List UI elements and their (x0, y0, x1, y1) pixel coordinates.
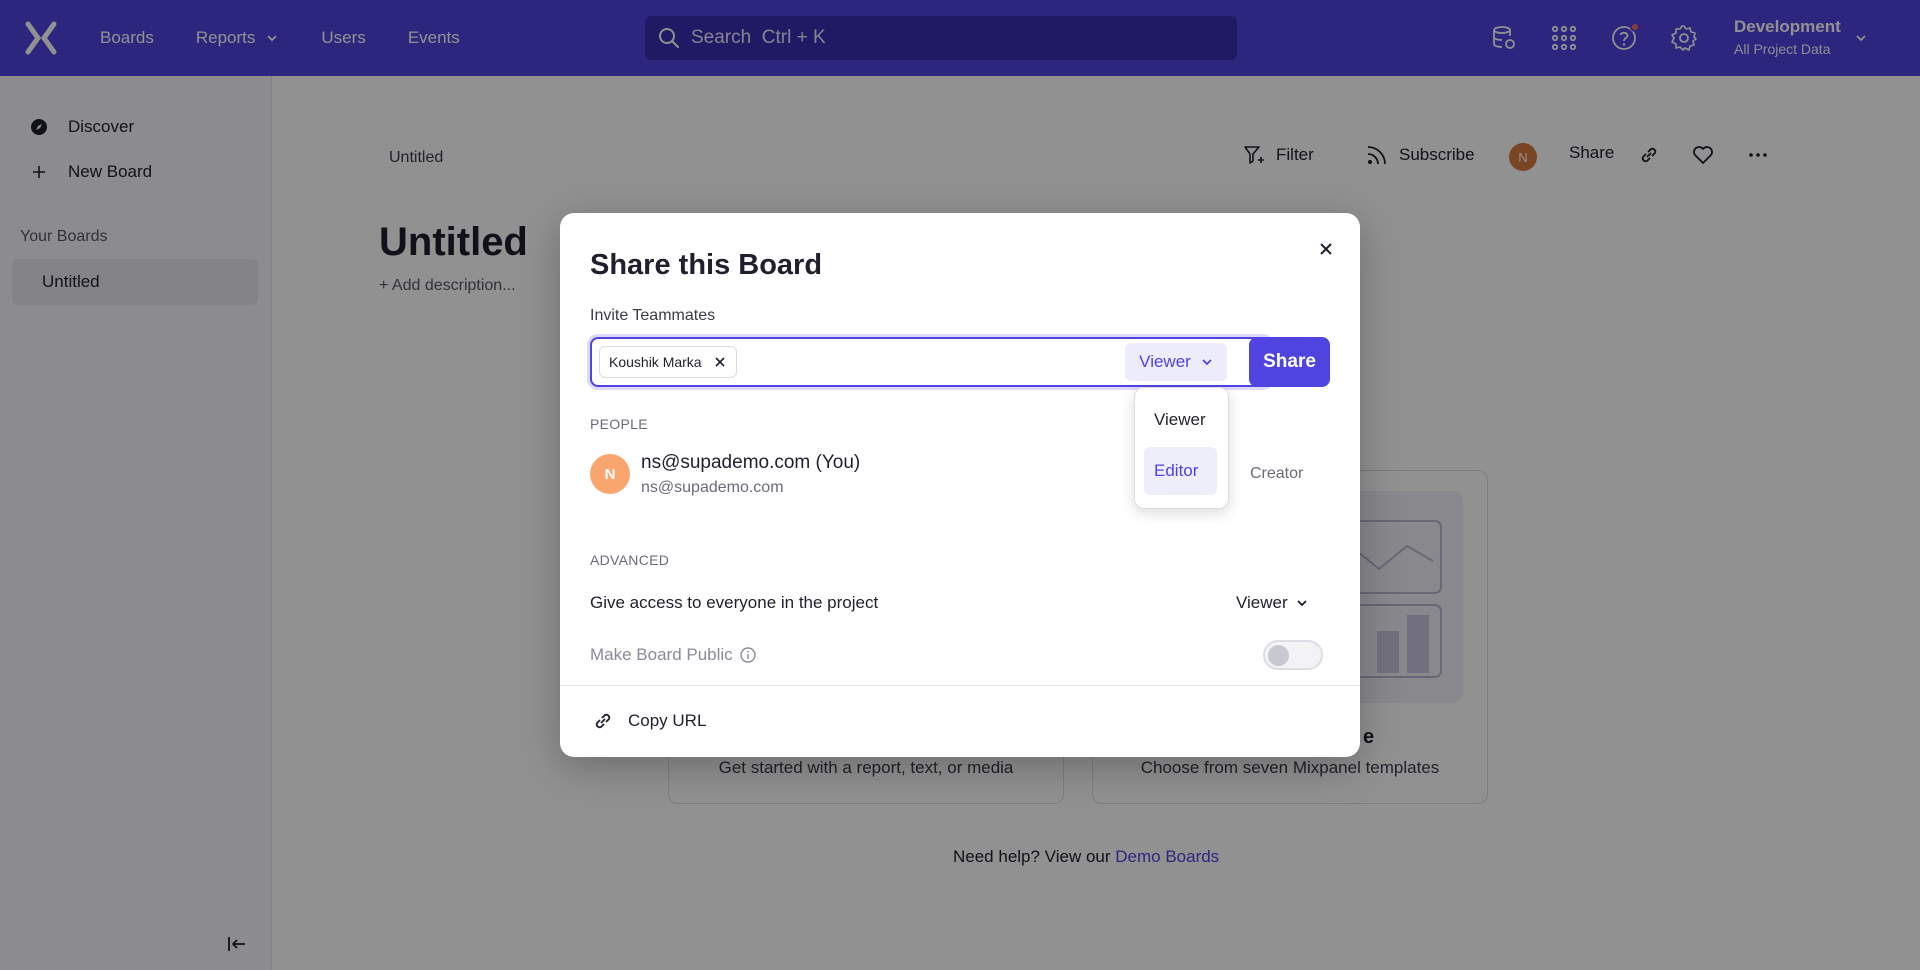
role-option-viewer[interactable]: Viewer (1144, 396, 1217, 444)
invitee-chip: Koushik Marka (599, 346, 737, 378)
close-icon[interactable] (1312, 235, 1340, 263)
project-access-role-select[interactable]: Viewer (1236, 593, 1308, 613)
role-option-editor[interactable]: Editor (1144, 447, 1217, 495)
info-icon[interactable] (739, 646, 757, 664)
project-access-role: Viewer (1236, 593, 1288, 612)
person-name: ns@supademo.com (You) (641, 452, 861, 473)
project-access-label: Give access to everyone in the project (590, 593, 879, 612)
person-role: Creator (1250, 465, 1304, 482)
make-public-toggle[interactable] (1263, 640, 1323, 670)
advanced-heading: ADVANCED (590, 552, 670, 568)
modal-title: Share this Board (590, 249, 823, 281)
make-public-row: Make Board Public (590, 645, 757, 665)
toggle-knob (1268, 645, 1289, 666)
copy-url-button[interactable]: Copy URL (592, 710, 706, 732)
copy-url-label: Copy URL (628, 711, 707, 730)
people-heading: PEOPLE (590, 416, 648, 432)
avatar: N (590, 454, 630, 494)
link-icon (595, 713, 611, 729)
share-button[interactable]: Share (1249, 337, 1330, 387)
remove-invitee-icon[interactable] (714, 356, 726, 368)
invitee-name: Koushik Marka (609, 354, 702, 370)
invite-role-select[interactable]: Viewer (1125, 343, 1227, 381)
invite-teammates-label: Invite Teammates (590, 307, 716, 324)
divider (560, 685, 1360, 686)
person-email: ns@supademo.com (641, 479, 784, 496)
chevron-down-icon (1297, 600, 1307, 607)
share-board-modal: Share this Board Invite Teammates Koushi… (560, 213, 1360, 757)
chevron-down-icon (1202, 359, 1212, 366)
make-public-label: Make Board Public (590, 645, 733, 664)
selected-role: Viewer (1139, 352, 1191, 371)
role-dropdown-menu: Viewer Editor (1134, 387, 1229, 509)
invite-input[interactable]: Koushik Marka Viewer (590, 337, 1271, 387)
